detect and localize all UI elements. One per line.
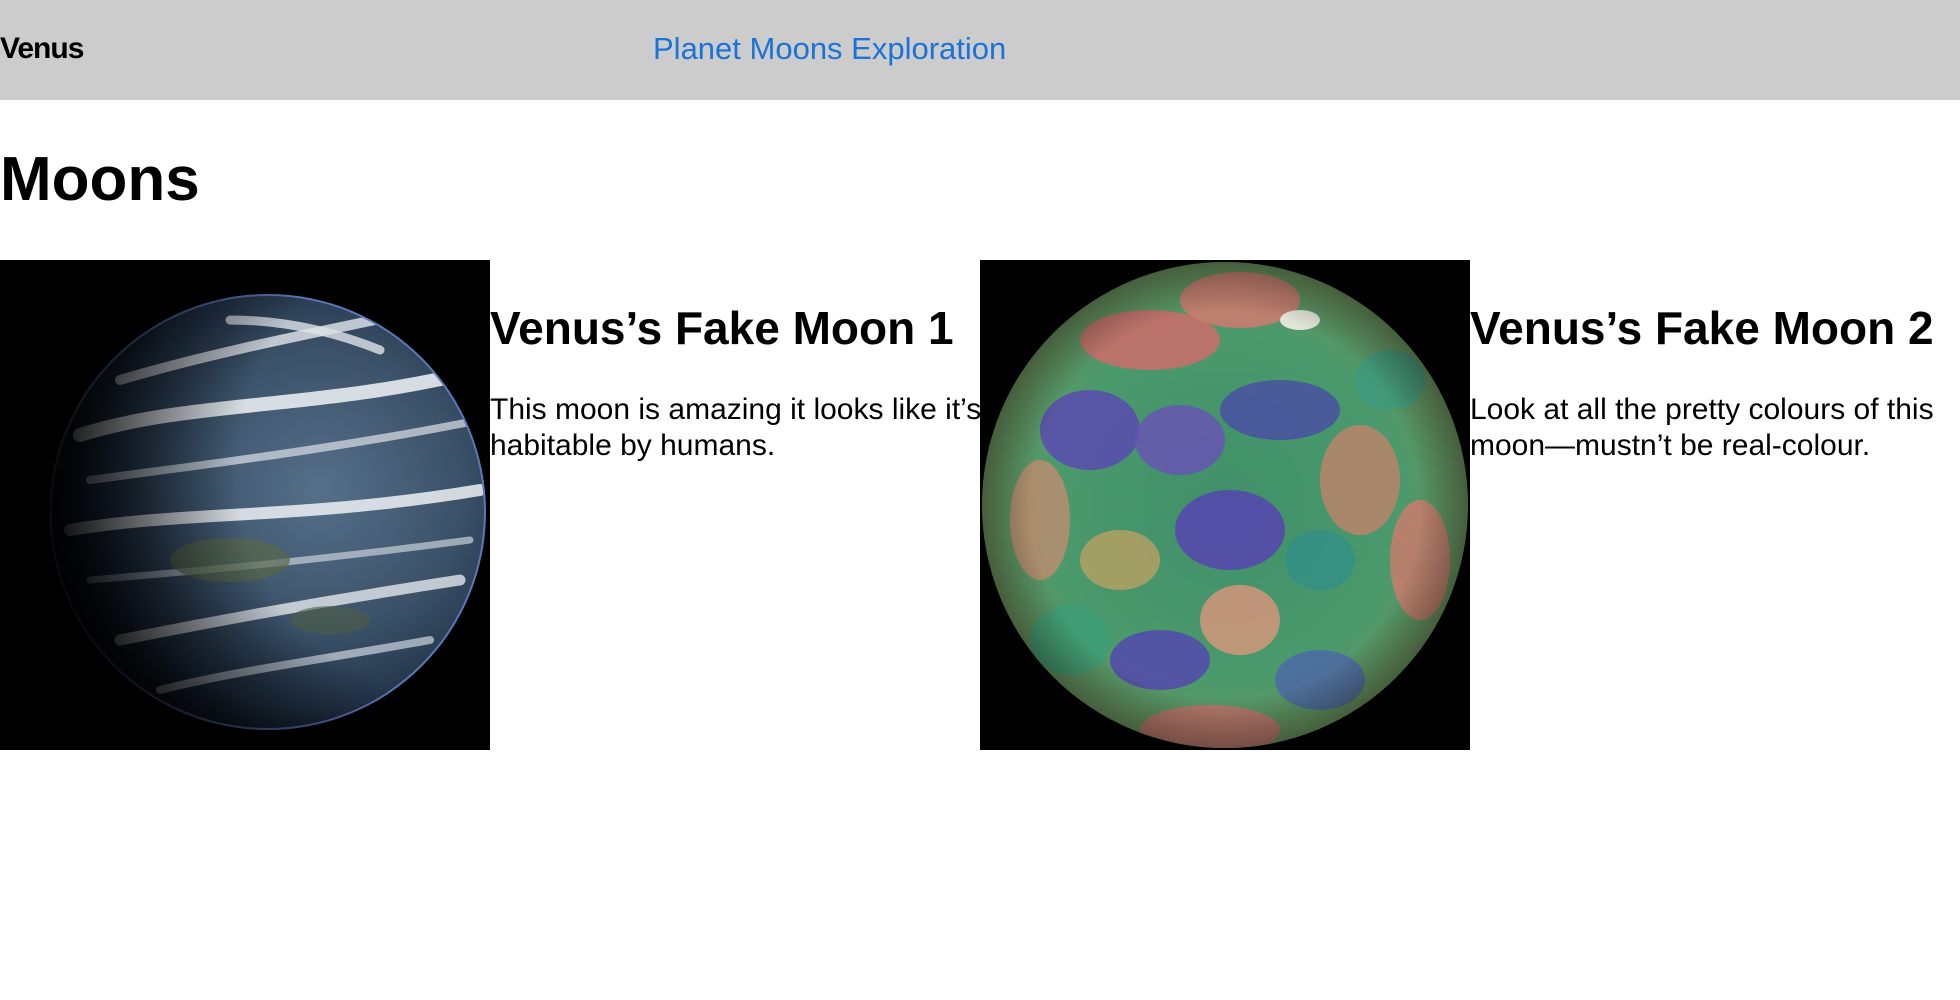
moon-1-title: Venus’s Fake Moon 1 [490, 302, 954, 354]
planet-moons-exploration-link[interactable]: Planet Moons Exploration [653, 30, 1006, 68]
moon-1-image [0, 260, 490, 750]
site-brand: Venus [0, 32, 84, 65]
top-navigation-bar: Venus Planet Moons Exploration [0, 0, 1960, 100]
moon-2-image [980, 260, 1470, 750]
moon-2-title: Venus’s Fake Moon 2 [1470, 302, 1934, 354]
page-title: Moons [0, 145, 200, 214]
moon-1-description: This moon is amazing it looks like it’s … [490, 393, 982, 462]
earth-like-planet-photo [0, 260, 490, 750]
false-color-venus-topography-photo [980, 260, 1470, 750]
moon-2-description: Look at all the pretty colours of this m… [1470, 393, 1934, 462]
